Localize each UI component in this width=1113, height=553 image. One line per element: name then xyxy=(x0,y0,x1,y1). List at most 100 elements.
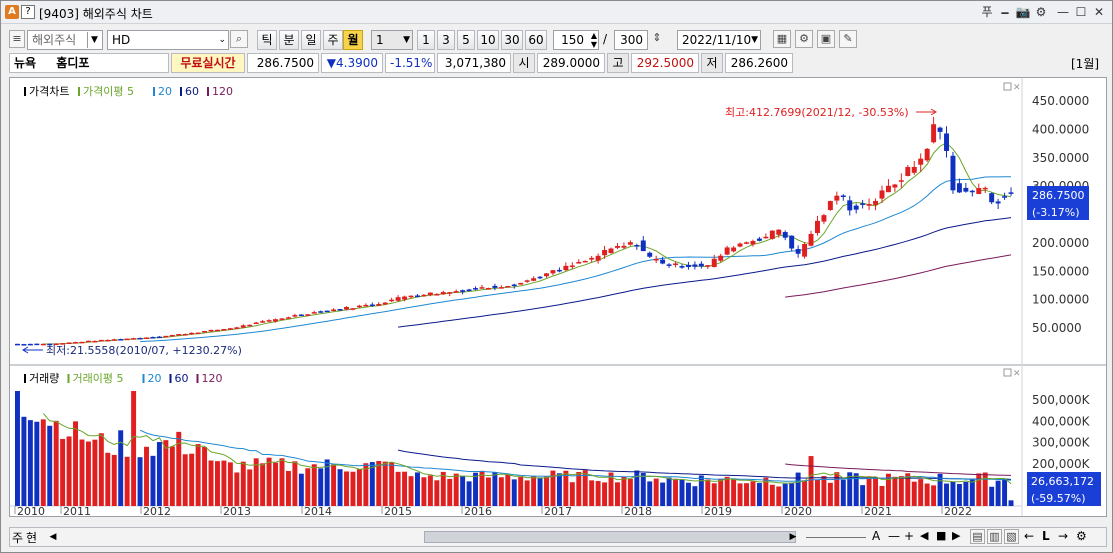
volume-bar xyxy=(782,483,788,506)
interval-60-button[interactable]: 60 xyxy=(525,30,547,50)
candle-body xyxy=(853,205,859,210)
chevron-down-icon[interactable]: ▼ xyxy=(751,31,758,49)
chart-window: A ? [9403] 해외주식 차트 푸 🗕 📷 ⚙ — ☐ ✕ ≡ 해외주식 … xyxy=(0,0,1113,553)
volume-bar xyxy=(92,439,98,506)
stock-name: 홈디포 xyxy=(56,56,90,70)
period-week-button[interactable]: 주 xyxy=(323,30,343,50)
interval-5-button[interactable]: 5 xyxy=(457,30,475,50)
search-icon[interactable]: ⌕ xyxy=(230,30,248,48)
volume-bar xyxy=(744,483,749,506)
bottom-settings-icon[interactable]: ⚙ xyxy=(1076,529,1087,543)
candle-body xyxy=(756,238,762,241)
chart-panel[interactable]: 가격차트 가격이평 5 20 60 120 거래량 거래이평 5 20 60 120 450.0… xyxy=(9,77,1107,518)
pin-icon[interactable]: 푸 xyxy=(979,4,995,20)
chart-type-icon[interactable]: ▦ xyxy=(773,30,791,48)
menu-icon[interactable]: ≡ xyxy=(9,30,25,48)
range-icon[interactable]: ⇕ xyxy=(649,30,665,48)
candle-body xyxy=(679,266,685,268)
stepper-arrows-icon[interactable]: ▲ ▼ xyxy=(591,31,597,49)
x-axis-tick: 2014 xyxy=(304,505,332,516)
candle-body xyxy=(298,314,304,317)
chevron-down-icon[interactable]: ▼ xyxy=(87,32,101,48)
legend-label: 20 xyxy=(158,85,172,98)
candle-body xyxy=(834,195,840,201)
legend-swatch xyxy=(142,374,145,383)
candle-body xyxy=(240,325,246,328)
current-price-tag: 286.7500 xyxy=(1032,189,1085,202)
period-tick-button[interactable]: 틱 xyxy=(257,30,277,50)
period-month-button[interactable]: 월 xyxy=(343,30,363,50)
volume-bar xyxy=(79,439,85,506)
tools-icon[interactable]: ✎ xyxy=(839,30,857,48)
prev-button[interactable]: ◀ xyxy=(920,529,928,542)
volume-bar xyxy=(285,470,291,506)
volume-bar xyxy=(195,444,201,506)
candle-body xyxy=(144,337,149,340)
candle-body xyxy=(969,190,975,193)
interval-30-button[interactable]: 30 xyxy=(501,30,523,50)
volume-bar xyxy=(247,469,253,506)
chart-svg[interactable]: 가격차트 가격이평 5 20 60 120 거래량 거래이평 5 20 60 120 450.0… xyxy=(10,78,1106,518)
interval-3-button[interactable]: 3 xyxy=(437,30,455,50)
candle-body xyxy=(395,297,401,301)
copy-icon[interactable]: ▧ xyxy=(1004,529,1019,544)
zoom-slider[interactable] xyxy=(806,537,866,538)
scroll-thumb[interactable] xyxy=(424,531,796,543)
symbol-value: HD xyxy=(112,33,131,47)
candle-body xyxy=(344,307,349,310)
maximize-button[interactable]: ☐ xyxy=(1073,4,1089,20)
candle-body xyxy=(221,329,227,331)
candle-body xyxy=(698,263,704,267)
candle-body xyxy=(976,188,982,195)
chevron-down-icon[interactable]: ⌄ xyxy=(218,31,226,49)
period-minute-button[interactable]: 분 xyxy=(279,30,299,50)
layout-icon[interactable]: ▥ xyxy=(987,529,1002,544)
symbol-input[interactable]: HD ⌄ xyxy=(107,30,229,50)
indicator-settings-icon[interactable]: ⚙ xyxy=(795,30,813,48)
close-button[interactable]: ✕ xyxy=(1091,4,1107,20)
market-select[interactable]: 해외주식 ▼ xyxy=(27,30,103,50)
interval-select[interactable]: 1 ▼ xyxy=(371,30,413,50)
save-icon[interactable]: ▣ xyxy=(817,30,835,48)
stop-button[interactable]: ■ xyxy=(936,529,946,542)
help-icon[interactable]: ? xyxy=(21,5,35,19)
zoom-out-button[interactable]: — xyxy=(888,529,900,543)
volume-bar xyxy=(698,475,704,506)
candle-body xyxy=(673,263,679,265)
interval-10-button[interactable]: 10 xyxy=(477,30,499,50)
scroll-prev-button[interactable]: ← xyxy=(1024,529,1034,543)
scroll-right-icon[interactable]: ▶ xyxy=(786,530,800,544)
bottom-bar: 주 현 ◀ ▶ A — + ◀ ■ ▶ ▤ ▥ ▧ ← L → ⚙ xyxy=(9,527,1107,547)
candle-body xyxy=(111,339,117,341)
candle-body xyxy=(356,305,362,308)
zoom-in-button[interactable]: + xyxy=(904,529,914,543)
grid-view-icon[interactable]: ▤ xyxy=(970,529,985,544)
volume-bar xyxy=(98,433,104,506)
nav-a-button[interactable]: A xyxy=(872,529,880,543)
volume-bar xyxy=(169,446,175,506)
count-stepper[interactable]: 150 ▲ ▼ xyxy=(553,30,599,50)
next-button[interactable]: ▶ xyxy=(952,529,960,542)
candle-body xyxy=(847,200,853,211)
volume-bar xyxy=(944,483,949,506)
volume-bar xyxy=(776,486,782,506)
volume-bar xyxy=(621,476,627,506)
minimize-to-tray-icon[interactable]: 🗕 xyxy=(997,4,1013,20)
volume-axis-tick: 500,000K xyxy=(1032,393,1091,407)
volume-bar xyxy=(447,478,453,506)
total-count-field[interactable]: 300 xyxy=(614,30,648,50)
candle-body xyxy=(227,328,233,330)
realtime-badge[interactable]: 무료실시간 xyxy=(171,53,245,73)
camera-icon[interactable]: 📷 xyxy=(1015,4,1031,20)
period-day-button[interactable]: 일 xyxy=(301,30,321,50)
interval-value: 1 xyxy=(376,33,384,47)
chevron-down-icon[interactable]: ▼ xyxy=(403,31,410,49)
minimize-button[interactable]: — xyxy=(1055,4,1071,20)
scroll-next-button[interactable]: → xyxy=(1058,529,1068,543)
date-picker[interactable]: 2022/11/10 ▼ xyxy=(677,30,761,50)
volume-bar xyxy=(182,454,188,506)
interval-1-button[interactable]: 1 xyxy=(417,30,435,50)
scroll-left-icon[interactable]: ◀ xyxy=(46,530,60,544)
latest-button[interactable]: L xyxy=(1042,529,1050,543)
settings-icon[interactable]: ⚙ xyxy=(1033,4,1049,20)
